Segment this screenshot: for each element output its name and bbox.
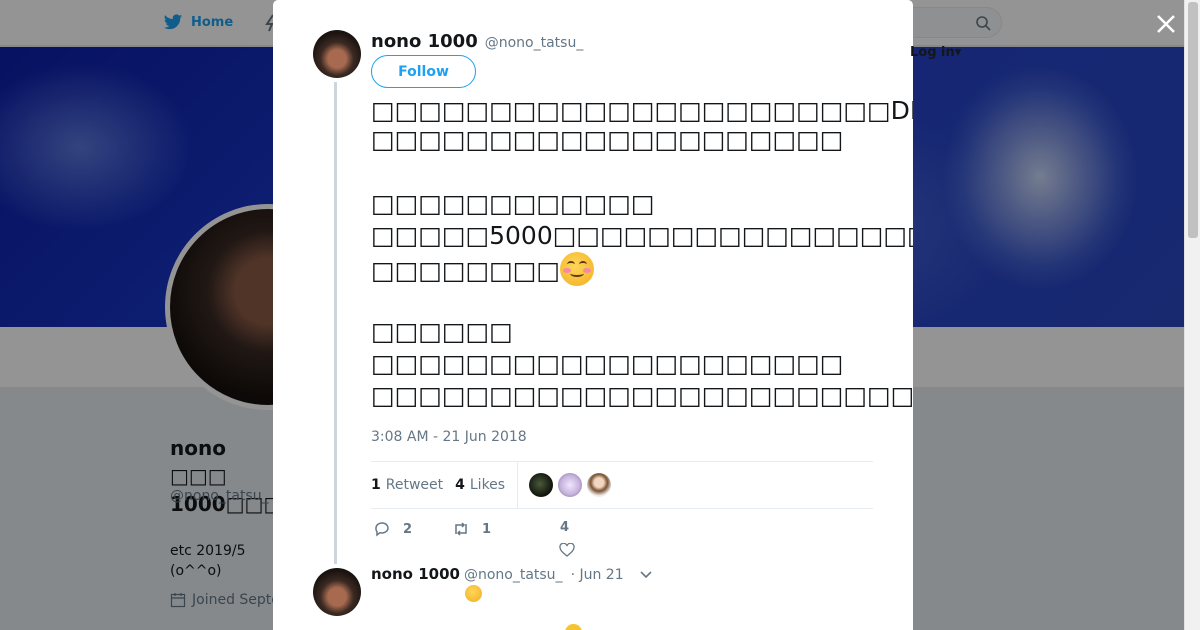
heart-icon[interactable] [559, 543, 575, 557]
like-label: Likes [469, 477, 506, 493]
tweet-line-text: □□□□□□□□ [371, 256, 560, 285]
retweet-icon [455, 522, 467, 536]
reply-icon [375, 522, 389, 537]
reply-count: 2 [403, 521, 413, 537]
tweet-line: □□□□□□□□□□□□□□□□□□□□□□□ [371, 381, 913, 410]
tweet-line: □□□□□□□□□□□□□□□□□□□□ [371, 349, 844, 378]
tweet-line-text: □□□□□□□□□□□□□□□□□□□□□□DM□ [371, 96, 913, 125]
tweet-modal: nono 1000 @nono_tatsu_ Follow □□□□□□□□□□… [273, 0, 913, 630]
tweet-stats: 1 Retweet 4 Likes [371, 461, 873, 509]
retweet-stat[interactable]: 1 Retweet [371, 477, 443, 493]
scrollbar-thumb[interactable] [1188, 2, 1198, 238]
tweet-line: □□□□□□□□□□□□□□□□□□□□ [371, 125, 844, 154]
author-avatar[interactable] [313, 30, 361, 78]
thread-line [334, 82, 337, 564]
author-name[interactable]: nono 1000 [371, 31, 478, 52]
tweet-line: □□□□□□ [371, 317, 513, 346]
liker-avatar[interactable] [587, 473, 612, 497]
tweet-timestamp[interactable]: 3:08 AM - 21 Jun 2018 [371, 429, 527, 445]
emoji-icon [565, 624, 582, 630]
reply-date[interactable]: · Jun 21 [571, 567, 624, 583]
author-handle[interactable]: @nono_tatsu_ [485, 35, 584, 51]
sweat-smile-emoji-icon [465, 585, 482, 602]
tweet-line: □□□□□□□□□□□□□□□□□□□□□□DM□ [371, 92, 913, 125]
reply-author-handle[interactable]: @nono_tatsu_ [464, 567, 563, 583]
liker-avatar[interactable] [558, 473, 583, 497]
reply-author-avatar[interactable] [313, 568, 361, 616]
retweet-action-count: 1 [482, 521, 492, 537]
author-row: nono 1000 @nono_tatsu_ [371, 31, 583, 52]
retweet-button[interactable]: 1 [452, 520, 491, 538]
close-icon[interactable] [1154, 12, 1178, 36]
reply-author-name[interactable]: nono 1000 [371, 565, 460, 583]
follow-button[interactable]: Follow [371, 55, 476, 88]
retweet-label: Retweet [385, 477, 444, 493]
login-menu[interactable]: Log in▾ [910, 45, 961, 60]
reply-button[interactable]: 2 [373, 520, 412, 538]
liker-avatar[interactable] [529, 473, 554, 497]
like-action-count: 4 [560, 520, 570, 535]
stats-divider [517, 461, 519, 509]
like-count: 4 [455, 477, 465, 493]
chevron-down-icon[interactable] [638, 569, 654, 581]
like-stat[interactable]: 4 Likes [455, 477, 505, 493]
tweet-actions: 2 1 4 [371, 520, 671, 540]
tweet-line: □□□□□5000□□□□□□□□□□□□□□□□□□□ [371, 221, 913, 250]
reply-header: nono 1000 @nono_tatsu_ · Jun 21 [371, 565, 624, 583]
retweet-count: 1 [371, 477, 381, 493]
tweet-text: □□□□□□□□□□□□□□□□□□□□□□DM□ □□□□□□□□□□□□□□… [371, 92, 913, 412]
like-button[interactable]: 4 [560, 520, 569, 535]
tweet-line: □□□□□□□□□□□□ [371, 189, 655, 218]
tweet-line: □□□□□□□□ [371, 252, 881, 286]
page-scrollbar[interactable] [1184, 0, 1200, 630]
smiling-face-emoji-icon [559, 252, 594, 286]
login-label: Log in [910, 45, 955, 60]
